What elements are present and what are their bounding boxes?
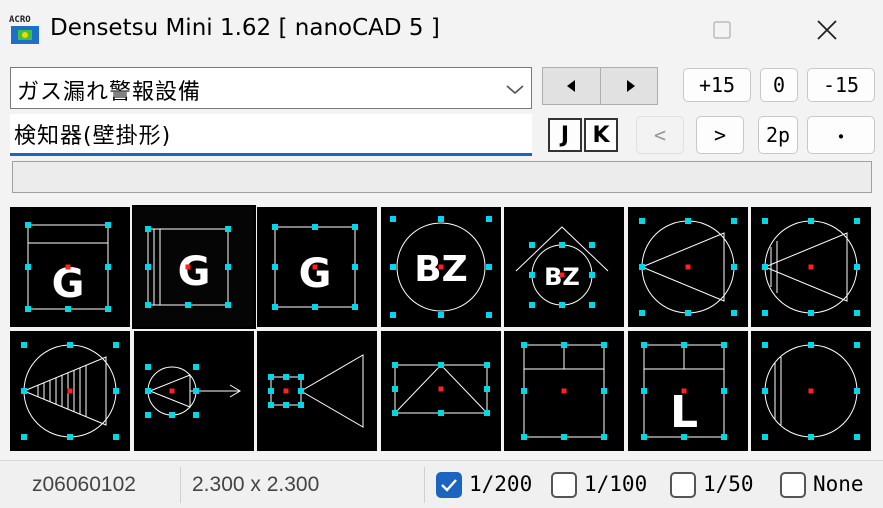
- prev-button[interactable]: [543, 68, 600, 104]
- status-bar: z06060102 2.300 x 2.300 1/200 1/100 1/50 No…: [0, 460, 883, 508]
- scale-checkbox-2[interactable]: [670, 472, 696, 498]
- buzzer-circle-icon: BZ: [389, 216, 492, 318]
- gas-detector-g-3-icon: G: [272, 224, 358, 310]
- svg-text:G: G: [299, 251, 332, 297]
- category-combo[interactable]: ガス漏れ警報設備: [10, 67, 532, 109]
- forward-button[interactable]: >: [696, 116, 744, 154]
- svg-text:L: L: [669, 387, 697, 438]
- maximize-icon: [713, 21, 731, 39]
- symbol-speaker-horn[interactable]: [257, 331, 377, 451]
- scale-checkbox-0[interactable]: [436, 472, 462, 498]
- scale-label[interactable]: 1/200: [469, 472, 532, 496]
- symbol-gas-detector-g-2[interactable]: G: [131, 205, 256, 329]
- buzzer-roof-icon: BZ: [515, 226, 609, 308]
- speaker-circle-hatched-icon: [21, 342, 119, 440]
- category-combo-value: ガス漏れ警報設備: [17, 80, 202, 105]
- k-button[interactable]: K: [584, 118, 618, 152]
- svg-text:G: G: [177, 249, 210, 295]
- window-title: Densetsu Mini 1.62 [ nanoCAD 5 ]: [50, 15, 440, 41]
- symbol-speaker-circle-hatched[interactable]: [10, 331, 130, 451]
- symbol-buzzer-circle[interactable]: BZ: [380, 207, 501, 327]
- close-icon: [817, 20, 837, 40]
- back-button[interactable]: <: [636, 116, 684, 154]
- message-box: [12, 161, 872, 193]
- close-button[interactable]: [797, 0, 857, 60]
- triangle-right-icon: [626, 80, 635, 92]
- title-bar: ACRO Densetsu Mini 1.62 [ nanoCAD 5 ]: [0, 0, 883, 60]
- scale-label[interactable]: 1/50: [703, 472, 754, 496]
- symbol-speaker-circle-2[interactable]: [751, 207, 871, 327]
- scale-label[interactable]: None: [813, 472, 864, 496]
- rotate-zero-button[interactable]: 0: [760, 68, 798, 102]
- app-icon: ACRO: [8, 12, 42, 46]
- symbol-circle-lines[interactable]: [751, 331, 871, 451]
- subtype-field[interactable]: 検知器(壁掛形): [10, 114, 532, 156]
- scale-checkbox-1[interactable]: [551, 472, 577, 498]
- symbol-gas-detector-g-3[interactable]: G: [257, 207, 377, 327]
- symbol-size: 2.300 x 2.300: [192, 473, 320, 496]
- check-icon: [441, 479, 457, 492]
- panel-l-icon: L: [640, 342, 727, 440]
- svg-text:ACRO: ACRO: [9, 15, 31, 25]
- box-triangle-icon: [391, 362, 490, 416]
- divider: [180, 467, 181, 503]
- chevron-down-icon[interactable]: [503, 78, 527, 100]
- panel-box-icon: [521, 342, 607, 440]
- symbol-panel-box[interactable]: [504, 331, 624, 451]
- speaker-horn-icon: [268, 354, 364, 428]
- symbol-panel-l[interactable]: L: [627, 331, 748, 451]
- symbol-code: z06060102: [32, 473, 136, 496]
- symbol-palette: G G G BZ BZ L: [10, 205, 876, 453]
- two-point-button[interactable]: 2p: [758, 116, 798, 154]
- dot-button[interactable]: ・: [807, 116, 875, 154]
- maximize-button[interactable]: [692, 0, 752, 60]
- scale-label[interactable]: 1/100: [584, 472, 647, 496]
- subtype-field-value: 検知器(壁掛形): [14, 124, 172, 149]
- gas-detector-g-2-icon: G: [144, 226, 231, 308]
- rotate-plus15-button[interactable]: +15: [683, 68, 751, 102]
- gas-detector-g-1-icon: G: [25, 222, 111, 312]
- j-button[interactable]: J: [548, 118, 582, 152]
- divider: [424, 467, 425, 503]
- triangle-left-icon: [566, 80, 575, 92]
- symbol-gas-detector-g-1[interactable]: G: [10, 207, 130, 327]
- next-button[interactable]: [601, 68, 658, 104]
- speaker-circle-1-icon: [638, 218, 737, 316]
- speaker-arrow-icon: [144, 364, 241, 418]
- scale-checkbox-3[interactable]: [780, 472, 806, 498]
- symbol-box-triangle[interactable]: [380, 331, 501, 451]
- rotate-minus15-button[interactable]: -15: [807, 68, 875, 102]
- symbol-speaker-arrow[interactable]: [133, 331, 254, 451]
- symbol-buzzer-roof[interactable]: BZ: [504, 207, 624, 327]
- prev-next-group: [542, 67, 658, 105]
- circle-lines-icon: [762, 342, 860, 440]
- symbol-speaker-circle-1[interactable]: [627, 207, 748, 327]
- speaker-circle-2-icon: [762, 218, 860, 316]
